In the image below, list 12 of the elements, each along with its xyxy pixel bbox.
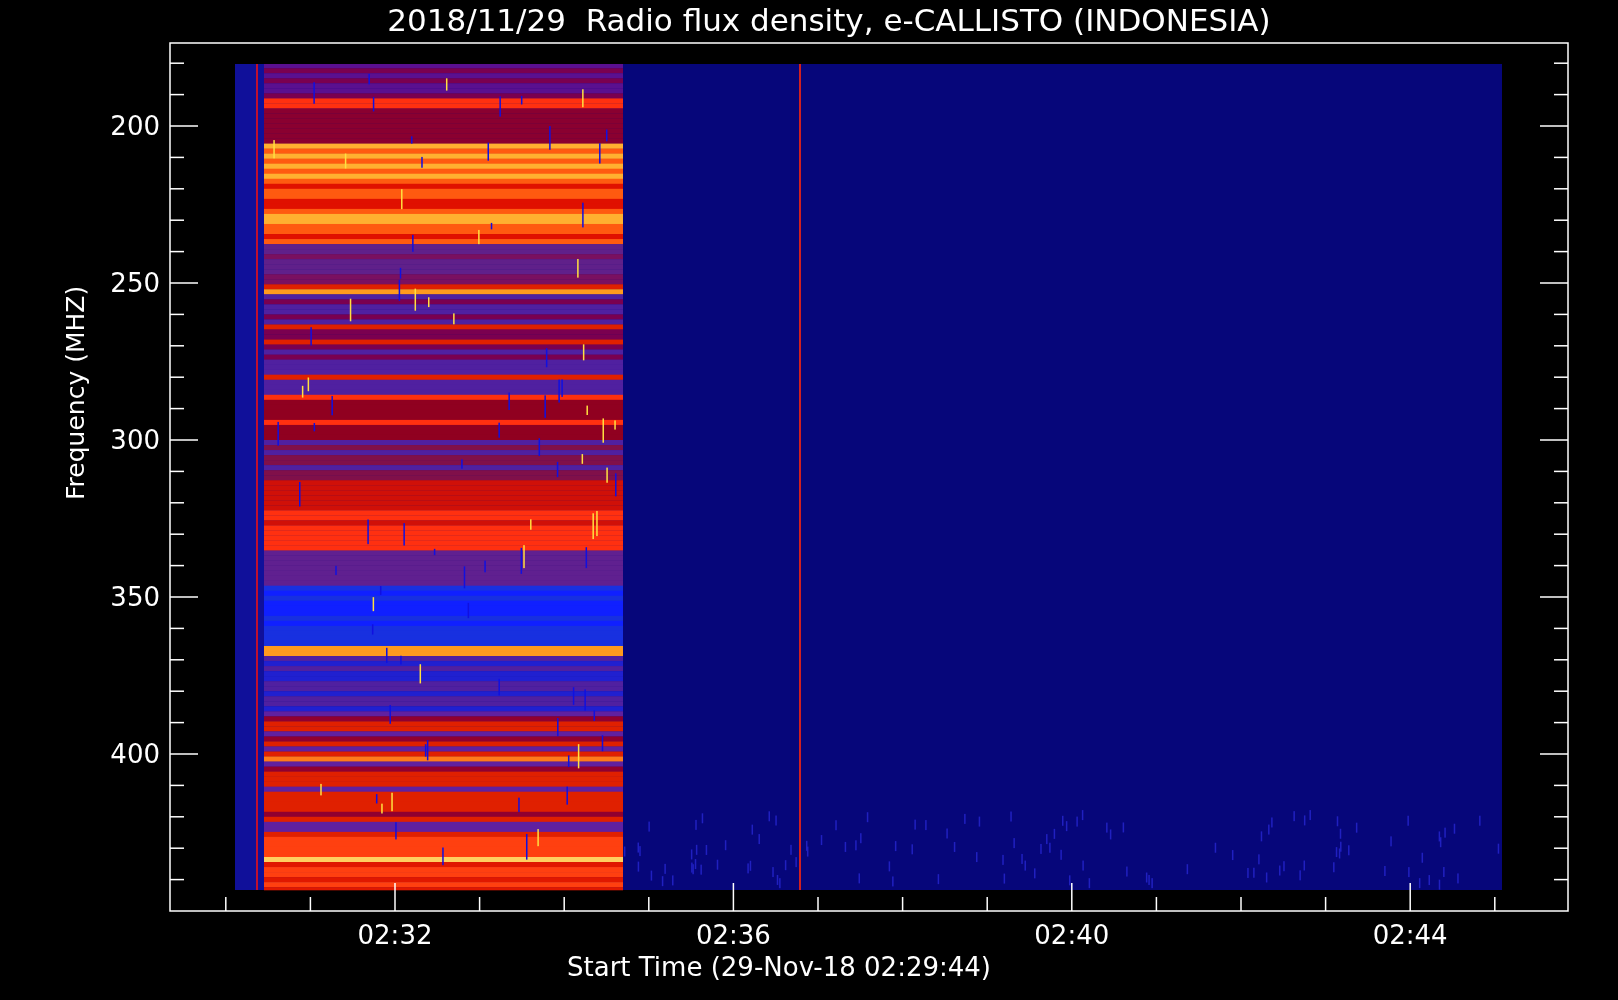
- tick-label: 02:40: [1034, 920, 1110, 950]
- tick-label: 02:44: [1372, 920, 1448, 950]
- axis-label: Start Time (29-Nov-18 02:29:44): [567, 952, 991, 982]
- axis-label: Frequency (MHZ): [61, 285, 90, 500]
- tick-label: 200: [110, 111, 160, 141]
- tick-label: 02:32: [357, 920, 433, 950]
- tick-label: 250: [110, 268, 160, 298]
- tick-label: 300: [110, 425, 160, 455]
- tick-label: 350: [110, 582, 160, 612]
- tick-label: 400: [110, 739, 160, 769]
- plot-title: 2018/11/29 Radio flux density, e-CALLISTO (INDONESIA): [387, 2, 1271, 38]
- tick-label: 02:36: [695, 920, 771, 950]
